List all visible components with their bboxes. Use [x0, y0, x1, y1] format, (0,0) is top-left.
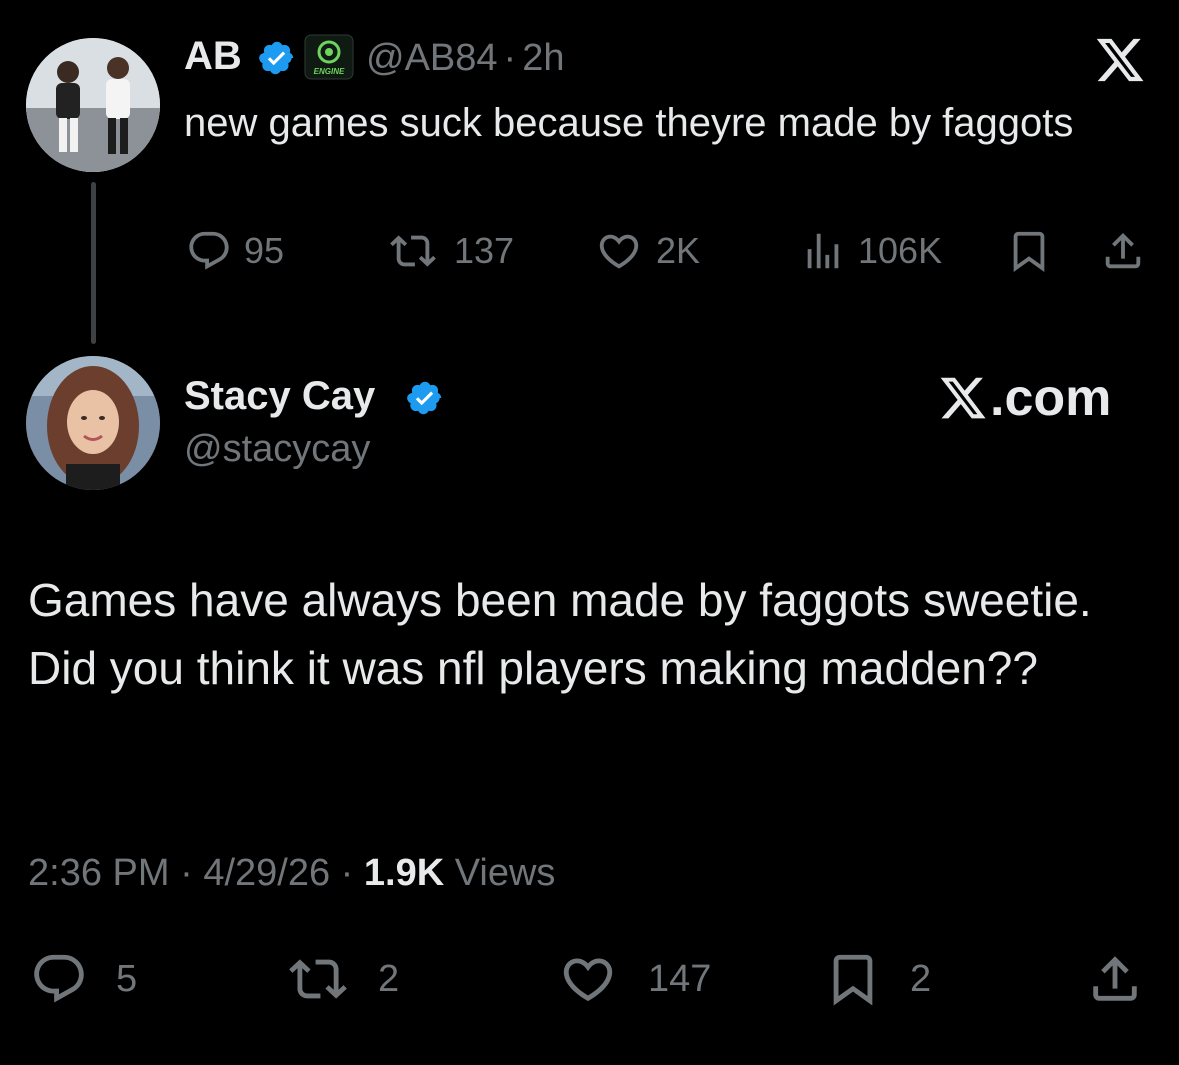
avatar-stacy[interactable] [26, 356, 160, 490]
bookmark-count: 2 [910, 957, 932, 1000]
x-com-watermark: .com [938, 368, 1111, 428]
author-name[interactable]: AB [184, 34, 242, 79]
author-handle[interactable]: @stacycay [184, 428, 370, 471]
views-icon [807, 233, 839, 269]
engine-badge-icon: ENGINE [304, 34, 354, 80]
like-count: 2K [656, 230, 701, 271]
reply-count: 5 [116, 957, 138, 1000]
separator-dot: · [340, 852, 354, 894]
separator-dot: · [503, 37, 517, 79]
repost-button[interactable]: 137 [384, 228, 514, 274]
views-button[interactable]: 106K [800, 228, 942, 274]
share-icon [1093, 956, 1137, 1001]
reply-text: Games have always been made by faggots s… [28, 574, 1092, 694]
tweet-date[interactable]: 4/29/26 [203, 852, 330, 894]
like-count: 147 [648, 957, 712, 1000]
share-button[interactable] [1086, 950, 1144, 1008]
bookmark-icon [1013, 231, 1045, 272]
share-icon [1105, 232, 1141, 269]
repost-count: 2 [378, 957, 400, 1000]
watermark-text: .com [990, 369, 1112, 427]
thread-line [91, 182, 96, 344]
verified-badge-icon [406, 379, 444, 417]
tweet-text: new games suck because theyre made by fa… [184, 101, 1074, 145]
views-count: 106K [858, 230, 943, 271]
like-icon [563, 958, 613, 1002]
avatar-ab[interactable] [26, 38, 160, 172]
reply-count: 95 [244, 230, 285, 271]
bookmark-icon [833, 954, 873, 1006]
repost-button[interactable]: 2 [286, 950, 399, 1008]
like-button[interactable]: 2K [594, 228, 700, 274]
author-name[interactable]: Stacy Cay [184, 374, 375, 419]
author-handle[interactable]: @AB84 [366, 37, 498, 79]
svg-text:ENGINE: ENGINE [314, 67, 345, 76]
like-icon [599, 234, 639, 269]
tweet-meta: 2:36 PM · 4/29/26 · 1.9K Views [28, 852, 555, 895]
views-label: Views [454, 852, 556, 894]
repost-icon [390, 235, 436, 267]
verified-badge-icon [258, 39, 296, 77]
tweet-time[interactable]: 2:36 PM [28, 852, 170, 894]
tweet-age[interactable]: 2h [522, 37, 564, 79]
reply-button[interactable]: 5 [30, 950, 137, 1008]
like-button[interactable]: 147 [556, 950, 711, 1008]
views-count: 1.9K [363, 852, 445, 894]
x-logo-icon [1094, 34, 1146, 86]
share-button[interactable] [1100, 228, 1146, 274]
reply-button[interactable]: 95 [186, 228, 284, 274]
bookmark-button[interactable]: 2 [824, 950, 931, 1008]
repost-icon [289, 959, 347, 999]
reply-icon [189, 231, 229, 270]
bookmark-button[interactable] [1006, 228, 1052, 274]
author-handle-meta[interactable]: @AB84 · 2h [366, 37, 564, 80]
repost-count: 137 [454, 230, 515, 271]
x-logo-icon [940, 377, 986, 419]
reply-icon [34, 954, 84, 1003]
separator-dot: · [180, 852, 193, 894]
